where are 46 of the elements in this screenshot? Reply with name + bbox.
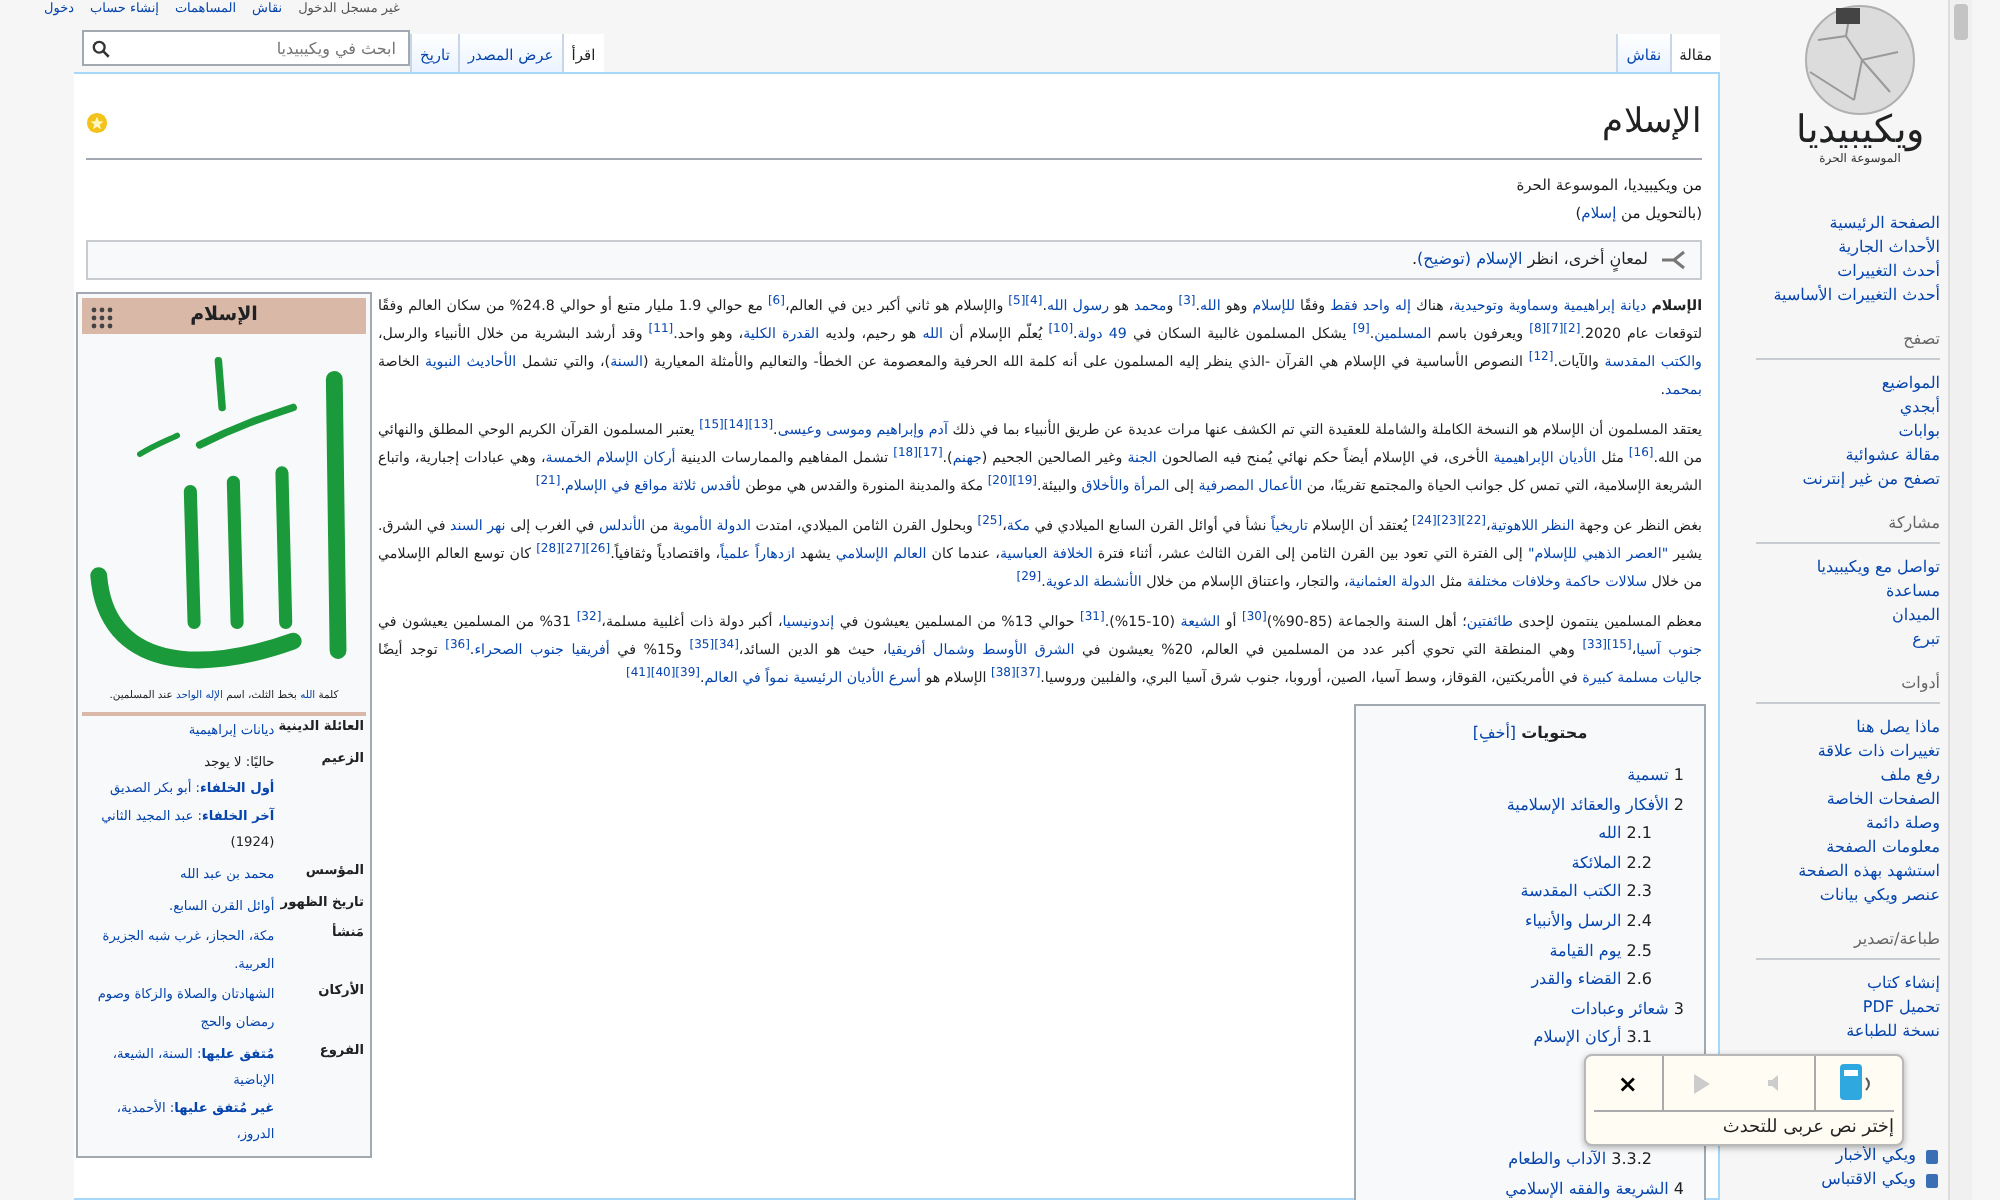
toc-title: محتويات: [1521, 724, 1588, 742]
sidebar-link[interactable]: أحدث التغييرات الأساسية: [1736, 284, 1940, 308]
toc-toggle[interactable]: [أخفِ]: [1472, 724, 1517, 742]
search-field[interactable]: ابحث في ويكيبيديا: [82, 30, 410, 66]
sidebar-link[interactable]: المواضيع: [1736, 372, 1940, 396]
sidebar-link[interactable]: ويكي الأخبار: [1736, 1144, 1940, 1168]
page-title: الإسلام: [1602, 100, 1702, 146]
play-icon[interactable]: [1693, 1073, 1710, 1093]
sidebar-link[interactable]: الصفحة الرئيسية: [1736, 212, 1940, 236]
sidebar-heading: تصفح: [1756, 328, 1940, 360]
symbols-icon: [90, 306, 114, 330]
sidebar-link[interactable]: بوابات: [1736, 420, 1940, 444]
sidebar-link[interactable]: تصفح من غير إنترنت: [1736, 468, 1940, 492]
sidebar-link[interactable]: رفع ملف: [1736, 764, 1940, 788]
sidebar-link[interactable]: الأحداث الجارية: [1736, 236, 1940, 260]
sidebar-link[interactable]: تحميل PDF: [1736, 996, 1940, 1020]
sidebar-link[interactable]: تغييرات ذات علاقة: [1736, 740, 1940, 764]
close-button[interactable]: ×: [1594, 1056, 1662, 1110]
sidebar-link[interactable]: تبرع: [1736, 628, 1940, 652]
sidebar-link[interactable]: أبجدي: [1736, 396, 1940, 420]
sidebar-link[interactable]: وصلة دائمة: [1736, 812, 1940, 836]
sidebar-link[interactable]: نسخة للطباعة: [1736, 1020, 1940, 1044]
search-icon[interactable]: [92, 40, 110, 58]
speech-prompt: إختر نص عربى للتحدث: [1720, 1116, 1896, 1142]
disambiguation-icon: [1660, 250, 1688, 270]
wordmark: ويكيبيديا: [1796, 112, 1924, 150]
sidebar-heading: أدوات: [1756, 672, 1940, 704]
sidebar-heading: مشاركة: [1756, 512, 1940, 544]
sidebar-heading: طباعة/تصدير: [1756, 928, 1940, 960]
sidebar-link[interactable]: أحدث التغييرات: [1736, 260, 1940, 284]
sidebar-link[interactable]: إنشاء كتاب: [1736, 972, 1940, 996]
sidebar-link[interactable]: استشهد بهذه الصفحة: [1736, 860, 1940, 884]
sidebar-link[interactable]: الميدان: [1736, 604, 1940, 628]
text-link[interactable]: الإسلام (توضيح): [1417, 250, 1523, 268]
sidebar-link[interactable]: مساعدة: [1736, 580, 1940, 604]
sidebar-link[interactable]: مقالة عشوائية: [1736, 444, 1940, 468]
sidebar-link[interactable]: ويكي الاقتباس: [1736, 1168, 1940, 1192]
speech-app-icon[interactable]: [1837, 1061, 1874, 1105]
sidebar-link[interactable]: الصفحات الخاصة: [1736, 788, 1940, 812]
infobox-title: الإسلام: [190, 304, 258, 326]
sidebar-link[interactable]: ماذا يصل هنا: [1736, 716, 1940, 740]
scrollbar[interactable]: [1948, 0, 1972, 1200]
sidebar-link[interactable]: معلومات الصفحة: [1736, 836, 1940, 860]
hatnote: لمعانٍ أخرى، انظر الإسلام (توضيح).: [1412, 248, 1648, 272]
sidebar-link[interactable]: تواصل مع ويكيبيديا: [1736, 556, 1940, 580]
sidebar-link[interactable]: عنصر ويكي بيانات: [1736, 884, 1940, 908]
